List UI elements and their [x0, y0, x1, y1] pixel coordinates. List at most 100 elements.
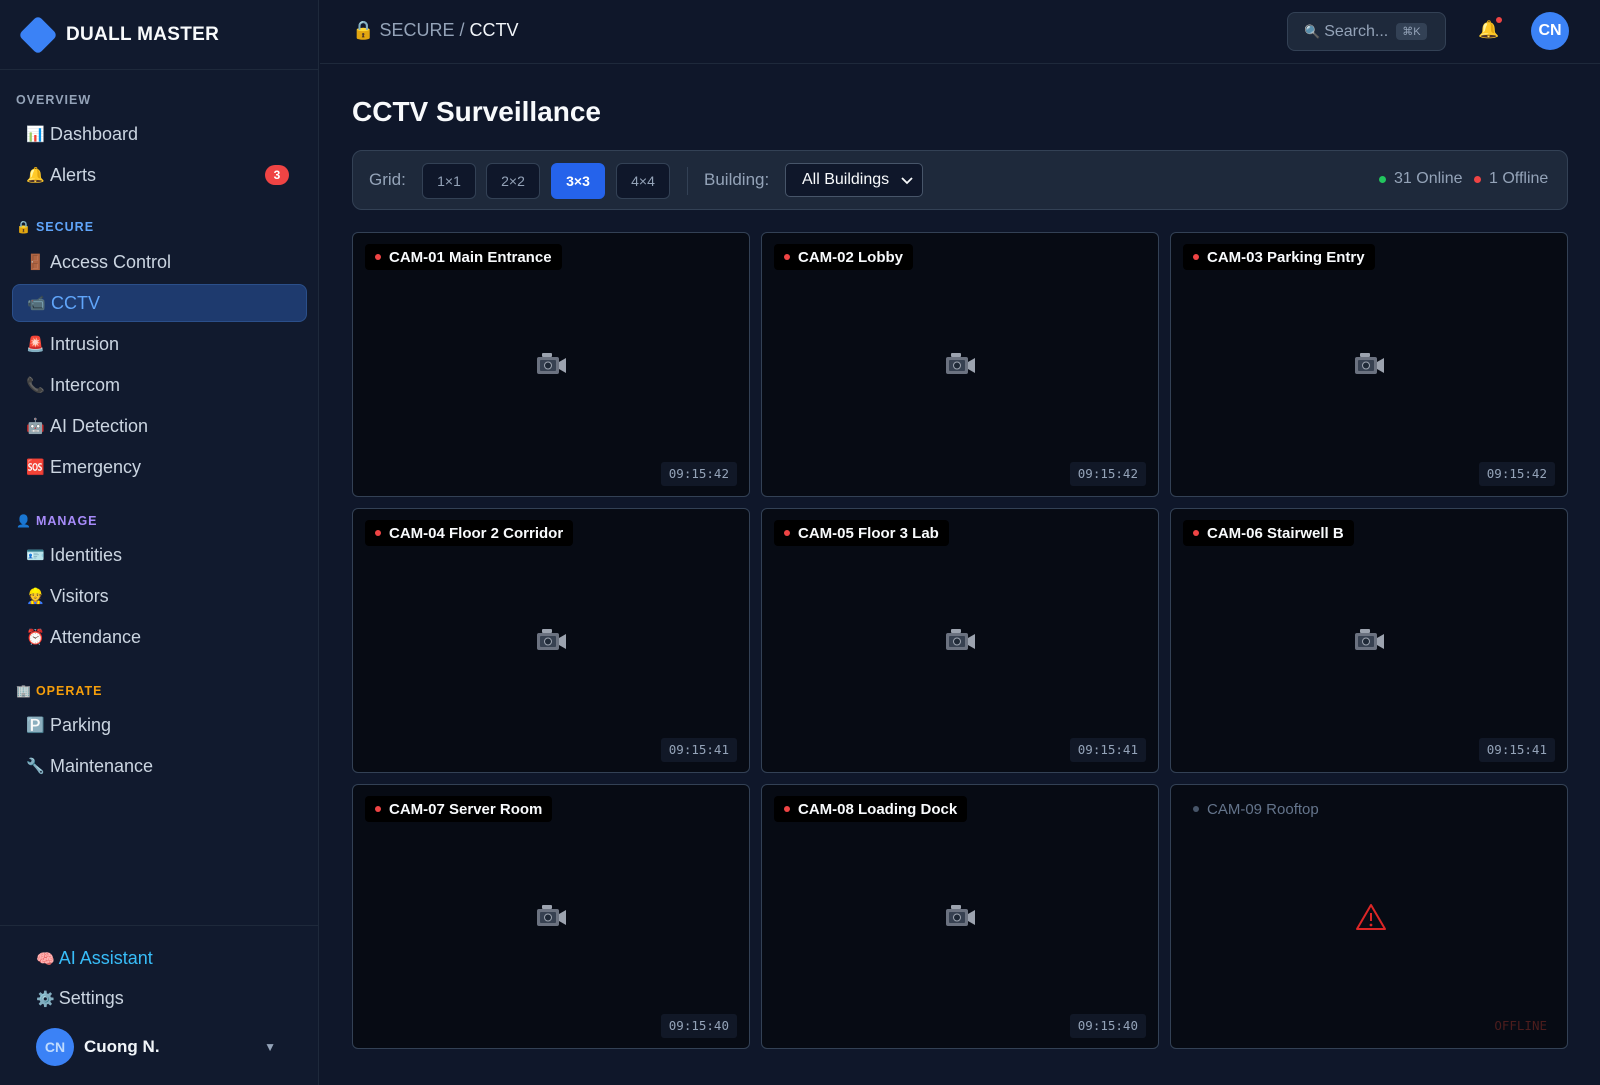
recording-dot-icon	[375, 530, 381, 536]
recording-dot-icon	[784, 530, 790, 536]
video-camera-icon	[537, 905, 566, 926]
building-select[interactable]: All Buildings	[785, 163, 923, 197]
brand-logo-icon	[18, 14, 58, 55]
offline-count: 1 Offline	[1489, 170, 1549, 187]
breadcrumb-separator: /	[459, 20, 465, 40]
video-camera-icon	[1355, 353, 1384, 374]
breadcrumb: 🔒 SECURE / CCTV	[352, 20, 519, 41]
search-icon: 🔍	[1304, 23, 1321, 39]
recording-dot-icon	[1193, 254, 1199, 260]
warning-icon	[1356, 904, 1386, 930]
camera-timestamp: 09:15:42	[1069, 462, 1146, 486]
grid-label: Grid:	[369, 170, 406, 189]
camera-timestamp: 09:15:41	[660, 738, 737, 762]
lock-icon: 🔒	[16, 220, 32, 234]
brand-name: DUALL MASTER	[66, 23, 220, 45]
offline-status: 1 Offline	[1474, 170, 1548, 188]
sidebar-item-label: Attendance	[50, 626, 142, 647]
sidebar-item-identities[interactable]: 🪪 Identities	[12, 536, 307, 574]
camera-tile[interactable]: CAM-02 Lobby 09:15:42	[761, 232, 1159, 497]
camera-tile[interactable]: CAM-03 Parking Entry 09:15:42	[1170, 232, 1568, 497]
toolbar-divider	[687, 167, 688, 195]
camera-timestamp: 09:15:40	[660, 1014, 737, 1038]
camera-tile[interactable]: CAM-08 Loading Dock 09:15:40	[761, 784, 1159, 1049]
sidebar-item-label: Intercom	[50, 374, 121, 395]
topbar: 🔒 SECURE / CCTV 🔍 Search... ⌘K 🔔 CN	[320, 0, 1600, 64]
sidebar-item-cctv[interactable]: 📹 CCTV	[12, 284, 307, 322]
online-dot-icon	[1379, 175, 1386, 183]
sidebar-item-label: Dashboard	[50, 123, 139, 144]
door-icon: 🚪	[26, 254, 45, 271]
camera-name: CAM-01 Main Entrance	[389, 248, 552, 266]
camera-name: CAM-03 Parking Entry	[1207, 248, 1365, 266]
parking-icon: 🅿️	[26, 717, 45, 734]
online-status: 31 Online	[1379, 170, 1463, 188]
sidebar-item-dashboard[interactable]: 📊 Dashboard	[12, 115, 307, 153]
sidebar-item-parking[interactable]: 🅿️ Parking	[12, 706, 307, 744]
grid-1x1-button[interactable]: 1×1	[422, 163, 476, 199]
camera-name: CAM-02 Lobby	[798, 248, 903, 266]
sidebar-item-intercom[interactable]: 📞 Intercom	[12, 366, 307, 404]
recording-dot-icon	[784, 806, 790, 812]
camera-tile[interactable]: CAM-05 Floor 3 Lab 09:15:41	[761, 508, 1159, 773]
grid-4x4-button[interactable]: 4×4	[616, 163, 670, 199]
camera-timestamp: 09:15:41	[1069, 738, 1146, 762]
recording-dot-icon	[375, 806, 381, 812]
wrench-icon: 🔧	[26, 758, 45, 775]
section-title-manage: 👤 MANAGE	[16, 514, 98, 528]
camera-tile[interactable]: CAM-01 Main Entrance 09:15:42	[352, 232, 750, 497]
sidebar-item-label: Intrusion	[50, 333, 120, 354]
search-placeholder: Search...	[1324, 22, 1389, 40]
grid-2x2-button[interactable]: 2×2	[486, 163, 540, 199]
sidebar-footer: 🧠 AI Assistant ⚙️ Settings CN Cuong N. ▼	[0, 925, 319, 1085]
sos-icon: 🆘	[26, 459, 45, 476]
sidebar-item-label: AI Detection	[50, 415, 149, 436]
avatar[interactable]: CN	[1531, 12, 1569, 50]
camera-label: CAM-04 Floor 2 Corridor	[365, 520, 574, 546]
search-input[interactable]: 🔍 Search... ⌘K	[1287, 12, 1446, 51]
camera-label: CAM-03 Parking Entry	[1183, 244, 1375, 270]
camera-toolbar: Grid: 1×1 2×2 3×3 4×4 Building: All Buil…	[352, 150, 1568, 210]
settings-label: Settings	[58, 988, 124, 1008]
building-icon: 🏢	[16, 684, 32, 698]
camera-status-text: OFFLINE	[1494, 1018, 1547, 1033]
camera-label: CAM-01 Main Entrance	[365, 244, 562, 270]
robot-icon: 🤖	[26, 418, 45, 435]
sidebar-item-emergency[interactable]: 🆘 Emergency	[12, 448, 307, 486]
camera-tile[interactable]: CAM-06 Stairwell B 09:15:41	[1170, 508, 1568, 773]
sidebar-item-visitors[interactable]: 👷 Visitors	[12, 577, 307, 615]
notifications-bell-icon[interactable]: 🔔	[1478, 20, 1499, 40]
gear-icon: ⚙️	[36, 990, 55, 1008]
user-menu[interactable]: CN Cuong N. ▼	[36, 1028, 286, 1066]
video-camera-icon	[946, 629, 975, 650]
breadcrumb-parent[interactable]: SECURE	[379, 20, 454, 40]
sidebar-item-label: Maintenance	[50, 755, 154, 776]
recording-dot-icon	[1193, 530, 1199, 536]
video-camera-icon	[946, 905, 975, 926]
visitor-icon: 👷	[26, 588, 45, 605]
sidebar-item-intrusion[interactable]: 🚨 Intrusion	[12, 325, 307, 363]
camera-tile[interactable]: CAM-07 Server Room 09:15:40	[352, 784, 750, 1049]
phone-icon: 📞	[26, 377, 45, 394]
chevron-down-icon: ▼	[264, 1040, 276, 1054]
ai-assistant-link[interactable]: 🧠 AI Assistant	[36, 948, 153, 969]
camera-timestamp: 09:15:40	[1069, 1014, 1146, 1038]
sidebar-item-maintenance[interactable]: 🔧 Maintenance	[12, 747, 307, 785]
sidebar-item-alerts[interactable]: 🔔 Alerts 3	[12, 156, 307, 194]
sidebar: DUALL MASTER OVERVIEW 📊 Dashboard 🔔 Aler…	[0, 0, 319, 1085]
settings-link[interactable]: ⚙️ Settings	[36, 988, 124, 1009]
sidebar-item-access-control[interactable]: 🚪 Access Control	[12, 243, 307, 281]
sidebar-item-ai-detection[interactable]: 🤖 AI Detection	[12, 407, 307, 445]
brand[interactable]: DUALL MASTER	[0, 0, 318, 70]
grid-3x3-button[interactable]: 3×3	[551, 163, 605, 199]
avatar: CN	[36, 1028, 74, 1066]
camera-tile[interactable]: CAM-09 Rooftop OFFLINE	[1170, 784, 1568, 1049]
alarm-clock-icon: ⏰	[26, 629, 45, 646]
camera-label: CAM-07 Server Room	[365, 796, 553, 822]
sidebar-item-label: CCTV	[51, 292, 100, 313]
camera-tile[interactable]: CAM-04 Floor 2 Corridor 09:15:41	[352, 508, 750, 773]
lock-icon: 🔒	[352, 20, 375, 40]
breadcrumb-current: CCTV	[469, 20, 519, 40]
camera-name: CAM-05 Floor 3 Lab	[798, 524, 939, 542]
sidebar-item-attendance[interactable]: ⏰ Attendance	[12, 618, 307, 656]
